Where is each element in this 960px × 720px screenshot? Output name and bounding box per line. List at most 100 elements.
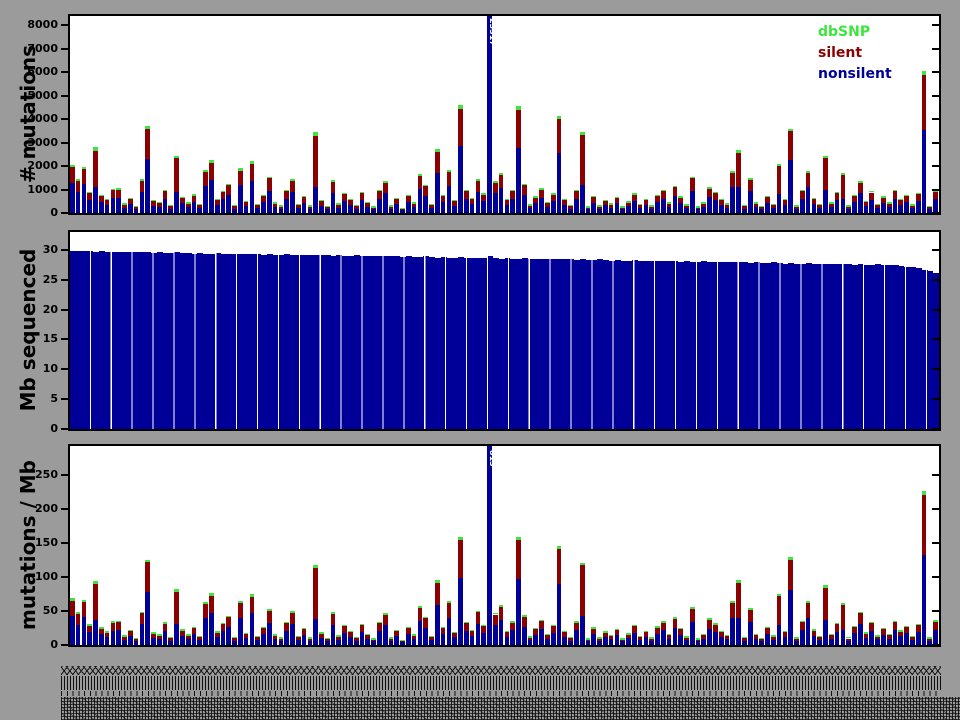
bar-segment-dbsnp bbox=[666, 633, 672, 636]
bar-segment-silent bbox=[359, 625, 365, 633]
bar-segment-silent bbox=[614, 630, 620, 636]
bar-segment-silent bbox=[319, 633, 324, 638]
bar-segment-nonsilent bbox=[353, 640, 359, 645]
bar-segment-nonsilent bbox=[145, 158, 150, 213]
bar-segment-dbsnp bbox=[458, 105, 463, 109]
bar-segment-nonsilent bbox=[365, 638, 371, 645]
bar-segment-silent bbox=[904, 627, 909, 634]
bar-segment-nonsilent bbox=[892, 198, 898, 213]
bar-segment-dbsnp bbox=[220, 190, 226, 192]
bar-segment-nonsilent bbox=[539, 629, 544, 645]
bar-segment-silent bbox=[168, 638, 174, 641]
bar-segment-nonsilent bbox=[631, 201, 637, 213]
bar-segment-nonsilent bbox=[278, 208, 284, 213]
bar-segment-dbsnp bbox=[863, 200, 869, 203]
bar-segment-dbsnp bbox=[568, 204, 573, 207]
bar-segment-dbsnp bbox=[684, 636, 689, 638]
bar-segment-silent bbox=[614, 198, 620, 204]
bar-segment-silent bbox=[602, 632, 608, 637]
bar-segment-dbsnp bbox=[672, 617, 678, 619]
bar-segment-dbsnp bbox=[452, 631, 458, 634]
bar-segment-silent bbox=[695, 639, 701, 642]
bar-segment-dbsnp bbox=[765, 626, 770, 629]
bar-segment-nonsilent bbox=[585, 641, 591, 645]
bars-num-mutations bbox=[70, 16, 939, 213]
x-axis-label-comb-band bbox=[61, 676, 941, 690]
bar-segment-silent bbox=[249, 164, 255, 181]
bar-segment-silent bbox=[545, 635, 550, 639]
bar-segment-nonsilent bbox=[209, 612, 214, 645]
bar-segment-silent bbox=[852, 627, 857, 634]
bar-segment-nonsilent bbox=[75, 624, 81, 645]
bar-segment-silent bbox=[817, 637, 823, 640]
bar-segment-nonsilent bbox=[846, 640, 851, 645]
bar-segment-dbsnp bbox=[759, 205, 765, 208]
bar-segment-dbsnp bbox=[736, 149, 741, 153]
bar-segment-dbsnp bbox=[730, 601, 736, 604]
bar-segment-nonsilent bbox=[162, 630, 168, 645]
bar-segment-dbsnp bbox=[313, 132, 318, 137]
bar-segment-silent bbox=[713, 193, 718, 201]
bar-segment-silent bbox=[574, 622, 579, 631]
bar-segment-dbsnp bbox=[695, 206, 701, 208]
bar-segment-silent bbox=[678, 629, 683, 635]
bar-segment-dbsnp bbox=[440, 194, 446, 197]
bar-segment-nonsilent bbox=[388, 208, 394, 213]
bar-segment-silent bbox=[672, 618, 678, 628]
bar-segment-dbsnp bbox=[156, 202, 162, 204]
bar-segment-dbsnp bbox=[127, 197, 133, 200]
y-tick-label: 200 bbox=[35, 502, 58, 516]
bar-segment-dbsnp bbox=[174, 588, 179, 592]
bar-segment-dbsnp bbox=[718, 630, 724, 633]
bar-segment-silent bbox=[863, 202, 869, 206]
bar-segment-silent bbox=[295, 204, 301, 208]
bar-segment-dbsnp bbox=[324, 205, 330, 208]
bar-segment-nonsilent bbox=[776, 194, 782, 213]
bar-segment-nonsilent bbox=[933, 629, 938, 645]
bar-segment-nonsilent bbox=[660, 198, 666, 213]
y-tick-mark-left bbox=[61, 338, 68, 341]
bar-segment-nonsilent bbox=[707, 197, 712, 213]
bar-segment-nonsilent bbox=[614, 635, 620, 645]
y-tick-label: 30 bbox=[42, 242, 58, 256]
bar-segment-silent bbox=[162, 623, 168, 631]
bar-segment-silent bbox=[313, 136, 318, 188]
bar-segment-nonsilent bbox=[579, 616, 585, 645]
bar-segment-dbsnp bbox=[75, 611, 81, 614]
bar-segment-dbsnp bbox=[521, 183, 527, 186]
bar-segment-nonsilent bbox=[197, 207, 203, 213]
bar-segment-dbsnp bbox=[701, 633, 707, 636]
bar-segment-silent bbox=[440, 628, 446, 634]
bar-segment-dbsnp bbox=[162, 622, 168, 624]
bar-segment-dbsnp bbox=[330, 612, 336, 614]
bar-segment-silent bbox=[869, 192, 875, 200]
bar-segment-silent bbox=[238, 170, 243, 186]
bar-segment-dbsnp bbox=[602, 199, 608, 201]
bar-segment-silent bbox=[504, 632, 510, 637]
bar-segment-dbsnp bbox=[886, 633, 892, 636]
bar-segment-nonsilent bbox=[707, 628, 712, 645]
bar-segment-silent bbox=[857, 182, 863, 194]
bar-segment-dbsnp bbox=[637, 635, 643, 637]
bar-segment-dbsnp bbox=[423, 184, 429, 187]
bar-segment-nonsilent bbox=[823, 189, 828, 213]
bar-segment-nonsilent bbox=[284, 630, 290, 645]
bar-segment-dbsnp bbox=[203, 169, 208, 172]
y-tick-mark-left bbox=[61, 278, 68, 281]
bar-segment-nonsilent bbox=[168, 208, 174, 213]
bar-segment-silent bbox=[910, 205, 915, 209]
bar-segment-dbsnp bbox=[550, 624, 556, 627]
bar-segment-nonsilent bbox=[799, 630, 805, 645]
bar-segment-silent bbox=[579, 134, 585, 185]
bar-segment-silent bbox=[266, 610, 272, 623]
bar-segment-dbsnp bbox=[828, 202, 834, 204]
bar-segment-dbsnp bbox=[475, 610, 481, 613]
bar-segment-dbsnp bbox=[892, 189, 898, 192]
bar-segment-silent bbox=[730, 172, 736, 187]
bar-segment-silent bbox=[510, 191, 515, 199]
bar-segment-dbsnp bbox=[382, 181, 388, 183]
bar-segment-silent bbox=[747, 610, 753, 623]
bar-segment-silent bbox=[765, 628, 770, 635]
bar-segment-silent bbox=[475, 180, 481, 192]
mutation-rate-figure: 23517 813 # mutations Mb sequenced mutat… bbox=[0, 0, 960, 720]
